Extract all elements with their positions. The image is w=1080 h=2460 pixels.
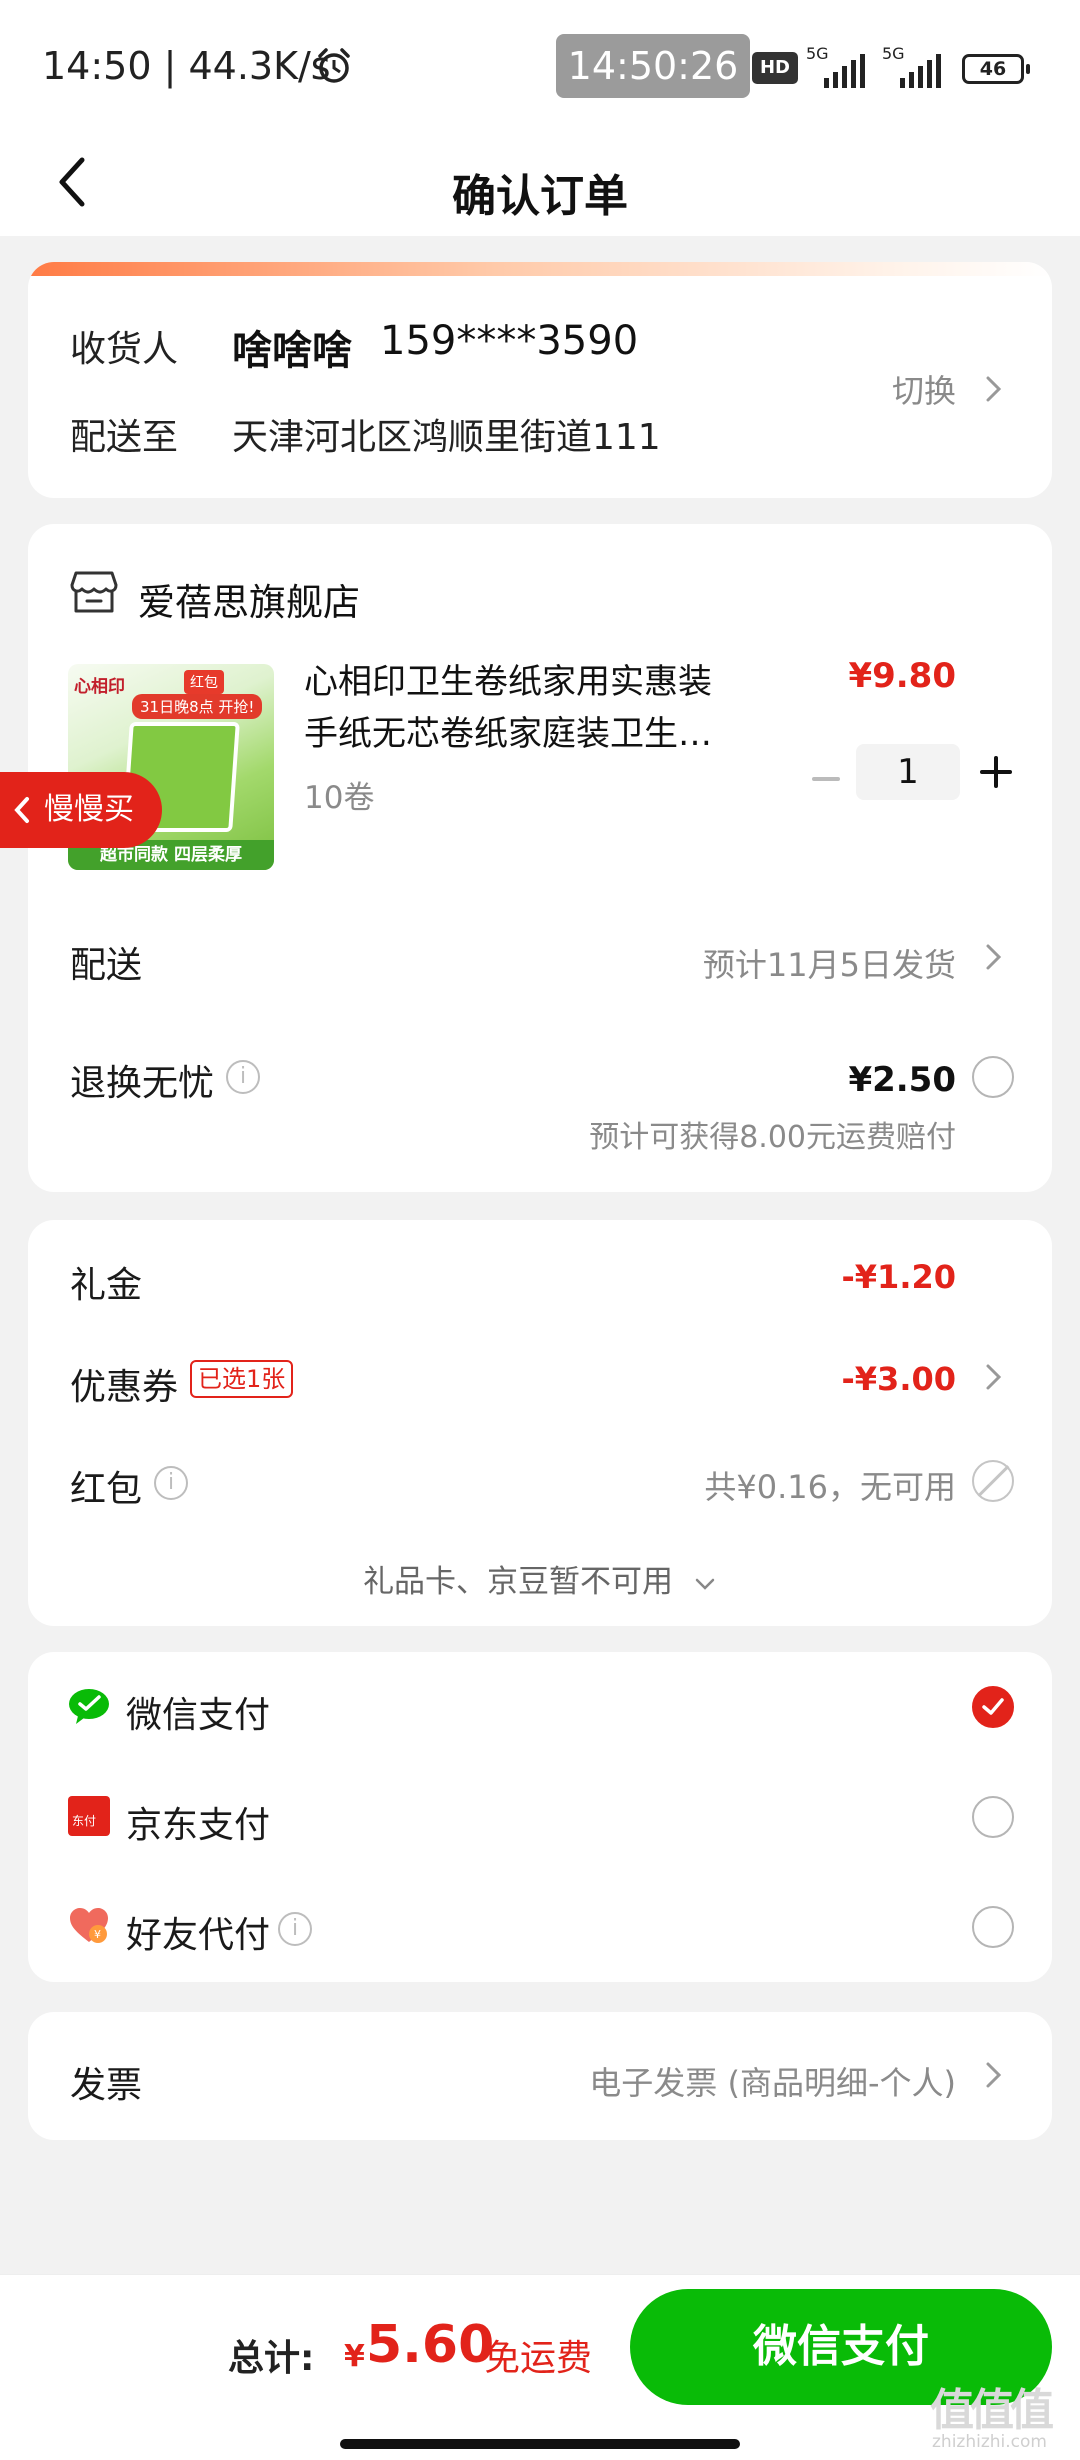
watermark-url: zhizhizhi.com: [932, 2432, 1047, 2452]
payment-label: 京东支付: [126, 1805, 271, 1846]
watermark-logo: 值值值: [930, 2385, 1054, 2436]
signal-icon: 5G: [806, 44, 876, 88]
gift-money-label: 礼金: [70, 1265, 143, 1306]
payment-radio-checked[interactable]: [972, 1686, 1014, 1728]
signal-icon: 5G: [882, 44, 952, 88]
red-packet-disabled-radio: [972, 1460, 1014, 1502]
red-packet-label: 红包: [70, 1469, 143, 1510]
payment-radio[interactable]: [972, 1796, 1014, 1838]
info-icon[interactable]: i: [154, 1466, 188, 1500]
more-assets-label: 礼品卡、京豆暂不可用: [363, 1564, 674, 1600]
product-image-banner: 31日晚8点 开抢!: [132, 694, 263, 719]
store-name[interactable]: 爱蓓思旗舰店: [138, 572, 360, 626]
jd-pay-icon: 东付: [68, 1796, 110, 1836]
receiver-label: 收货人: [70, 329, 179, 370]
return-insurance-price: ¥2.50: [848, 1060, 956, 1100]
wechat-pay-icon: [69, 1689, 109, 1724]
payment-radio[interactable]: [972, 1906, 1014, 1948]
total-label: 总计:: [228, 2338, 315, 2379]
return-insurance-note: 预计可获得8.00元运费赔付: [589, 1120, 956, 1155]
minus-icon: [812, 777, 840, 781]
total-currency: ¥: [344, 2339, 365, 2374]
switch-address-button[interactable]: 切换: [892, 366, 956, 412]
checkout-bar: 总计: ¥ 5.60 免运费 微信支付: [0, 2274, 1080, 2460]
return-insurance-label: 退换无忧: [70, 1063, 215, 1104]
product-price: ¥9.80: [848, 656, 956, 696]
total-amount: 5.60: [366, 2315, 495, 2375]
chevron-left-icon: [14, 797, 29, 823]
payment-label: 好友代付: [126, 1915, 271, 1956]
info-icon[interactable]: i: [226, 1060, 260, 1094]
product-title[interactable]: 心相印卫生卷纸家用实惠装 手纸无芯卷纸家庭装卫生…: [304, 656, 744, 760]
payment-option-jd[interactable]: 东付 京东支付: [28, 1762, 1052, 1872]
deliver-to-label: 配送至: [70, 417, 179, 458]
clock-badge: 14:50:26: [556, 34, 750, 98]
product-title-line: 手纸无芯卷纸家庭装卫生…: [304, 714, 712, 754]
payment-option-wechat[interactable]: 微信支付: [28, 1652, 1052, 1762]
gift-money-amount: -¥1.20: [841, 1258, 957, 1296]
chevron-right-icon: [986, 376, 1002, 402]
battery-icon: 46: [962, 54, 1030, 84]
jd-pay-icon-text: 东付: [72, 1814, 97, 1828]
product-title-line: 心相印卫生卷纸家用实惠装: [304, 662, 712, 702]
deliver-address: 天津河北区鸿顺里街道111: [232, 417, 661, 458]
info-icon[interactable]: i: [278, 1912, 312, 1946]
coupon-amount[interactable]: -¥3.00: [842, 1360, 957, 1398]
friend-pay-heart-icon: ¥: [70, 1908, 108, 1943]
status-bar: 14:50 | 44.3K/s 14:50:26 HD 5G 5G 46: [0, 0, 1080, 130]
coupon-label: 优惠券: [70, 1367, 179, 1408]
payment-option-friend[interactable]: ¥ 好友代付 i: [28, 1872, 1052, 1982]
address-card[interactable]: 收货人 啥啥啥 159****3590 配送至 天津河北区鸿顺里街道111 切换: [28, 262, 1052, 498]
nav-bar: 确认订单: [0, 130, 1080, 236]
more-assets-toggle[interactable]: 礼品卡、京豆暂不可用: [28, 1556, 1052, 1601]
coupon-selected-badge: 已选1张: [190, 1360, 294, 1398]
red-packet-value: 共¥0.16，无可用: [704, 1468, 956, 1506]
product-image-logo: 心相印: [74, 677, 125, 697]
check-icon: [982, 1698, 1004, 1715]
status-time-speed: 14:50 | 44.3K/s: [42, 44, 331, 88]
invoice-card[interactable]: 发票 电子发票 (商品明细-个人): [28, 2012, 1052, 2140]
shipping-label: 配送: [70, 945, 143, 986]
return-insurance-radio[interactable]: [972, 1056, 1014, 1098]
shipping-value[interactable]: 预计11月5日发货: [703, 940, 956, 986]
slow-buy-tag[interactable]: 慢慢买: [0, 772, 162, 848]
home-indicator[interactable]: [340, 2439, 740, 2449]
quantity-minus-button[interactable]: [808, 754, 844, 804]
plus-icon: [994, 756, 998, 788]
free-shipping-label: 免运费: [484, 2338, 593, 2379]
payment-card: 微信支付 东付 京东支付 ¥ 好友代付 i: [28, 1652, 1052, 1982]
address-top-gradient: [28, 262, 1052, 276]
discount-card: 礼金 -¥1.20 优惠券 已选1张 -¥3.00 红包 i 共¥0.16，无可…: [28, 1220, 1052, 1626]
alarm-icon: [318, 48, 350, 83]
hd-voice-icon: HD: [752, 52, 798, 84]
svg-text:¥: ¥: [94, 1928, 101, 1941]
receiver-phone: 159****3590: [380, 318, 639, 364]
product-image-tag: 红包: [184, 670, 224, 694]
quantity-input[interactable]: 1: [856, 744, 960, 800]
store-icon: [70, 571, 118, 613]
payment-label: 微信支付: [126, 1695, 271, 1736]
receiver-name: 啥啥啥: [232, 328, 352, 374]
slow-buy-label: 慢慢买: [44, 792, 134, 827]
chevron-right-icon: [986, 1364, 1002, 1390]
chevron-right-icon: [986, 2062, 1002, 2088]
status-icons: HD 5G 5G 46: [752, 44, 1052, 88]
product-spec: 10卷: [304, 780, 375, 816]
quantity-plus-button[interactable]: [974, 750, 1018, 794]
page-title: 确认订单: [452, 171, 628, 222]
invoice-label: 发票: [70, 2065, 143, 2106]
chevron-right-icon: [986, 944, 1002, 970]
chevron-down-icon: [695, 1578, 715, 1590]
product-card: 爱蓓思旗舰店 心相印 红包 31日晚8点 开抢! 超市同款 四层柔厚 心相印卫生…: [28, 524, 1052, 1192]
watermark: 值值值 zhizhizhi.com: [930, 2374, 1070, 2454]
invoice-value: 电子发票 (商品明细-个人): [589, 2064, 956, 2102]
